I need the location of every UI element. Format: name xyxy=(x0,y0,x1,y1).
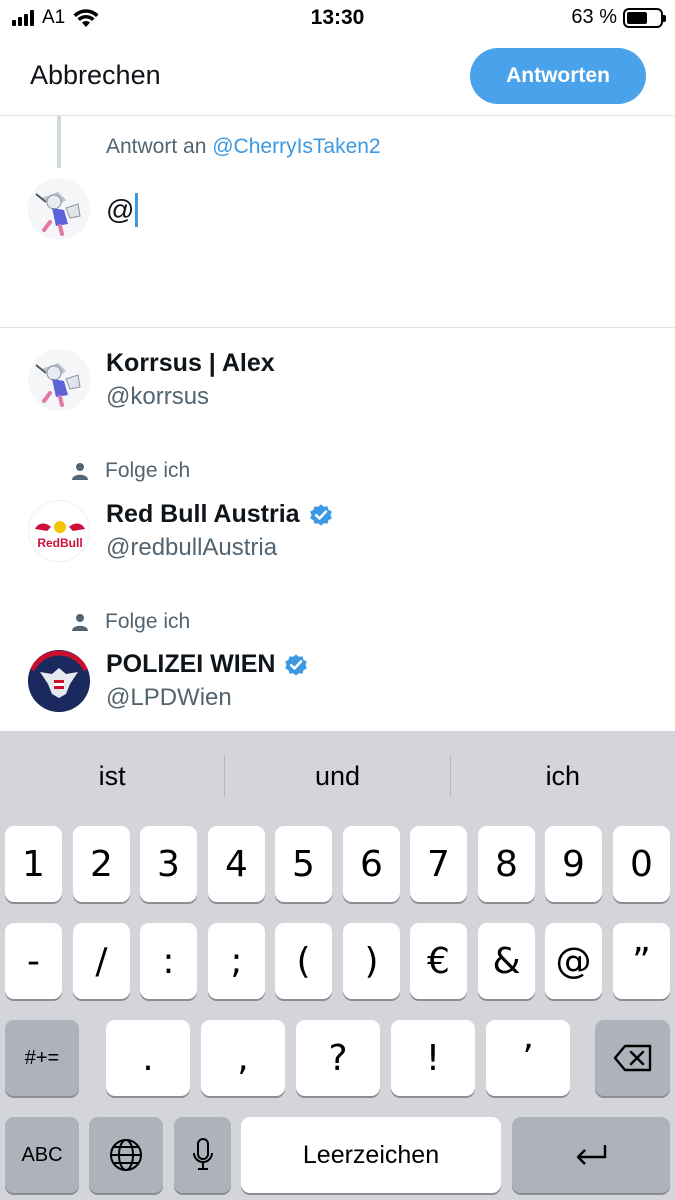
mention-suggestion[interactable]: RedBull Red Bull Austria @redbullAustria xyxy=(0,490,675,570)
return-key[interactable] xyxy=(512,1117,670,1193)
key-at[interactable]: @ xyxy=(545,923,602,999)
suggestion-name-text: Red Bull Austria xyxy=(106,500,300,528)
key-9[interactable]: 9 xyxy=(545,826,602,902)
key-close-paren[interactable]: ) xyxy=(343,923,400,999)
status-bar: A1 13:30 63 % xyxy=(0,0,675,38)
thread-line xyxy=(57,116,61,168)
suggestion-name-text: Korrsus | Alex xyxy=(106,349,275,377)
battery-percent: 63 % xyxy=(571,6,617,28)
mention-suggestion[interactable]: Korrsus | Alex @korrsus xyxy=(0,338,675,418)
key-exclamation[interactable]: ! xyxy=(391,1020,475,1096)
cancel-button[interactable]: Abbrechen xyxy=(30,60,161,91)
key-semicolon[interactable]: ; xyxy=(208,923,265,999)
suggestion-handle: @korrsus xyxy=(106,383,210,410)
key-0[interactable]: 0 xyxy=(613,826,670,902)
key-question[interactable]: ? xyxy=(296,1020,380,1096)
key-open-paren[interactable]: ( xyxy=(275,923,332,999)
key-ampersand[interactable]: & xyxy=(478,923,535,999)
suggestion-handle: @redbullAustria xyxy=(106,534,278,561)
prediction-1[interactable]: ist xyxy=(0,731,224,821)
verified-badge-icon xyxy=(309,503,332,526)
compose-header: Abbrechen Antworten xyxy=(0,38,675,116)
text-cursor xyxy=(135,193,139,227)
redbull-logo: RedBull xyxy=(28,500,90,562)
police-eagle-icon xyxy=(28,650,90,712)
reply-handle-link[interactable]: @CherryIsTaken2 xyxy=(212,135,380,158)
following-label: Folge ich xyxy=(105,610,191,633)
dictation-key[interactable] xyxy=(174,1117,231,1193)
suggestion-name: Red Bull Austria xyxy=(106,500,334,529)
globe-icon xyxy=(110,1139,142,1171)
key-2[interactable]: 2 xyxy=(73,826,130,902)
key-hyphen[interactable]: - xyxy=(5,923,62,999)
verified-badge-icon xyxy=(285,653,308,676)
status-right: 63 % xyxy=(571,6,666,29)
tweet-input-text: @ xyxy=(106,194,135,225)
suggestion-name-text: POLIZEI WIEN xyxy=(106,650,276,678)
key-abc[interactable]: ABC xyxy=(5,1117,79,1193)
divider xyxy=(0,327,675,328)
globe-key[interactable] xyxy=(89,1117,163,1193)
following-indicator: Folge ich xyxy=(72,610,190,634)
polizei-logo xyxy=(28,650,90,712)
microphone-icon xyxy=(192,1138,213,1170)
key-comma[interactable]: , xyxy=(201,1020,285,1096)
key-4[interactable]: 4 xyxy=(208,826,265,902)
suggestion-handle: @LPDWien xyxy=(106,684,232,711)
suggestion-name: POLIZEI WIEN xyxy=(106,650,309,679)
replying-to-label: Antwort an @CherryIsTaken2 xyxy=(106,135,381,159)
person-icon xyxy=(72,614,88,631)
reply-button[interactable]: Antworten xyxy=(470,48,646,104)
key-euro[interactable]: € xyxy=(410,923,467,999)
suggestion-name: Korrsus | Alex xyxy=(106,349,275,378)
key-slash[interactable]: / xyxy=(73,923,130,999)
key-8[interactable]: 8 xyxy=(478,826,535,902)
key-5[interactable]: 5 xyxy=(275,826,332,902)
keyboard: ist und ich 1 2 3 4 5 6 7 8 9 0 - / : ; … xyxy=(0,731,675,1200)
prediction-3[interactable]: ich xyxy=(451,731,675,821)
delete-key[interactable] xyxy=(595,1020,670,1096)
avatar xyxy=(28,349,90,411)
key-quote[interactable]: ” xyxy=(613,923,670,999)
key-colon[interactable]: : xyxy=(140,923,197,999)
redbull-logo-icon: RedBull xyxy=(35,521,85,550)
following-indicator: Folge ich xyxy=(72,459,190,483)
battery-icon xyxy=(623,7,666,28)
key-3[interactable]: 3 xyxy=(140,826,197,902)
key-1[interactable]: 1 xyxy=(5,826,62,902)
person-icon xyxy=(72,463,88,480)
avatar xyxy=(28,178,90,240)
space-key[interactable]: Leerzeichen xyxy=(241,1117,501,1193)
key-period[interactable]: . xyxy=(106,1020,190,1096)
mention-suggestion[interactable]: POLIZEI WIEN @LPDWien xyxy=(0,640,675,720)
prediction-2[interactable]: und xyxy=(225,731,449,821)
key-6[interactable]: 6 xyxy=(343,826,400,902)
delete-icon xyxy=(613,1044,651,1072)
return-icon xyxy=(576,1145,607,1165)
key-apostrophe[interactable]: ’ xyxy=(486,1020,570,1096)
avatar-illustration xyxy=(28,178,90,240)
tweet-input[interactable]: @ xyxy=(106,193,139,227)
svg-text:RedBull: RedBull xyxy=(37,536,82,550)
following-label: Folge ich xyxy=(105,459,191,482)
avatar-illustration xyxy=(28,349,90,411)
predictive-bar: ist und ich xyxy=(0,731,675,821)
reply-prefix: Antwort an xyxy=(106,135,207,158)
key-more-symbols[interactable]: #+= xyxy=(5,1020,79,1096)
key-7[interactable]: 7 xyxy=(410,826,467,902)
